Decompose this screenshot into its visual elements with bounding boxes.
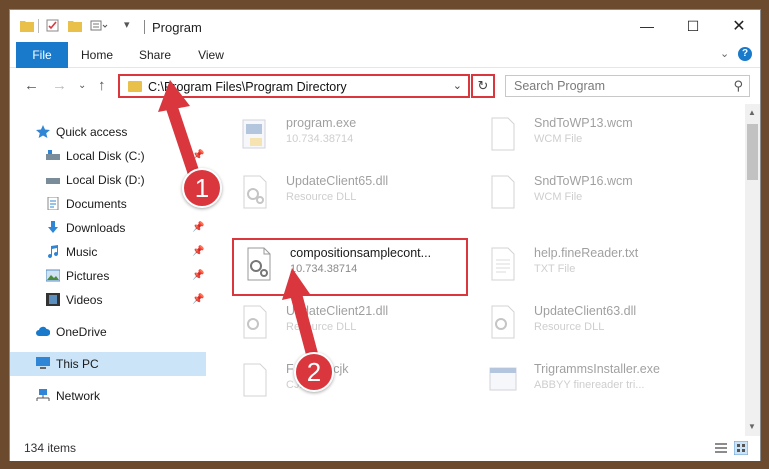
annotation-arrows: [158, 80, 318, 360]
callout-2: 2: [294, 352, 334, 392]
arrow-2: [282, 268, 318, 360]
callout-1: 1: [182, 168, 222, 208]
